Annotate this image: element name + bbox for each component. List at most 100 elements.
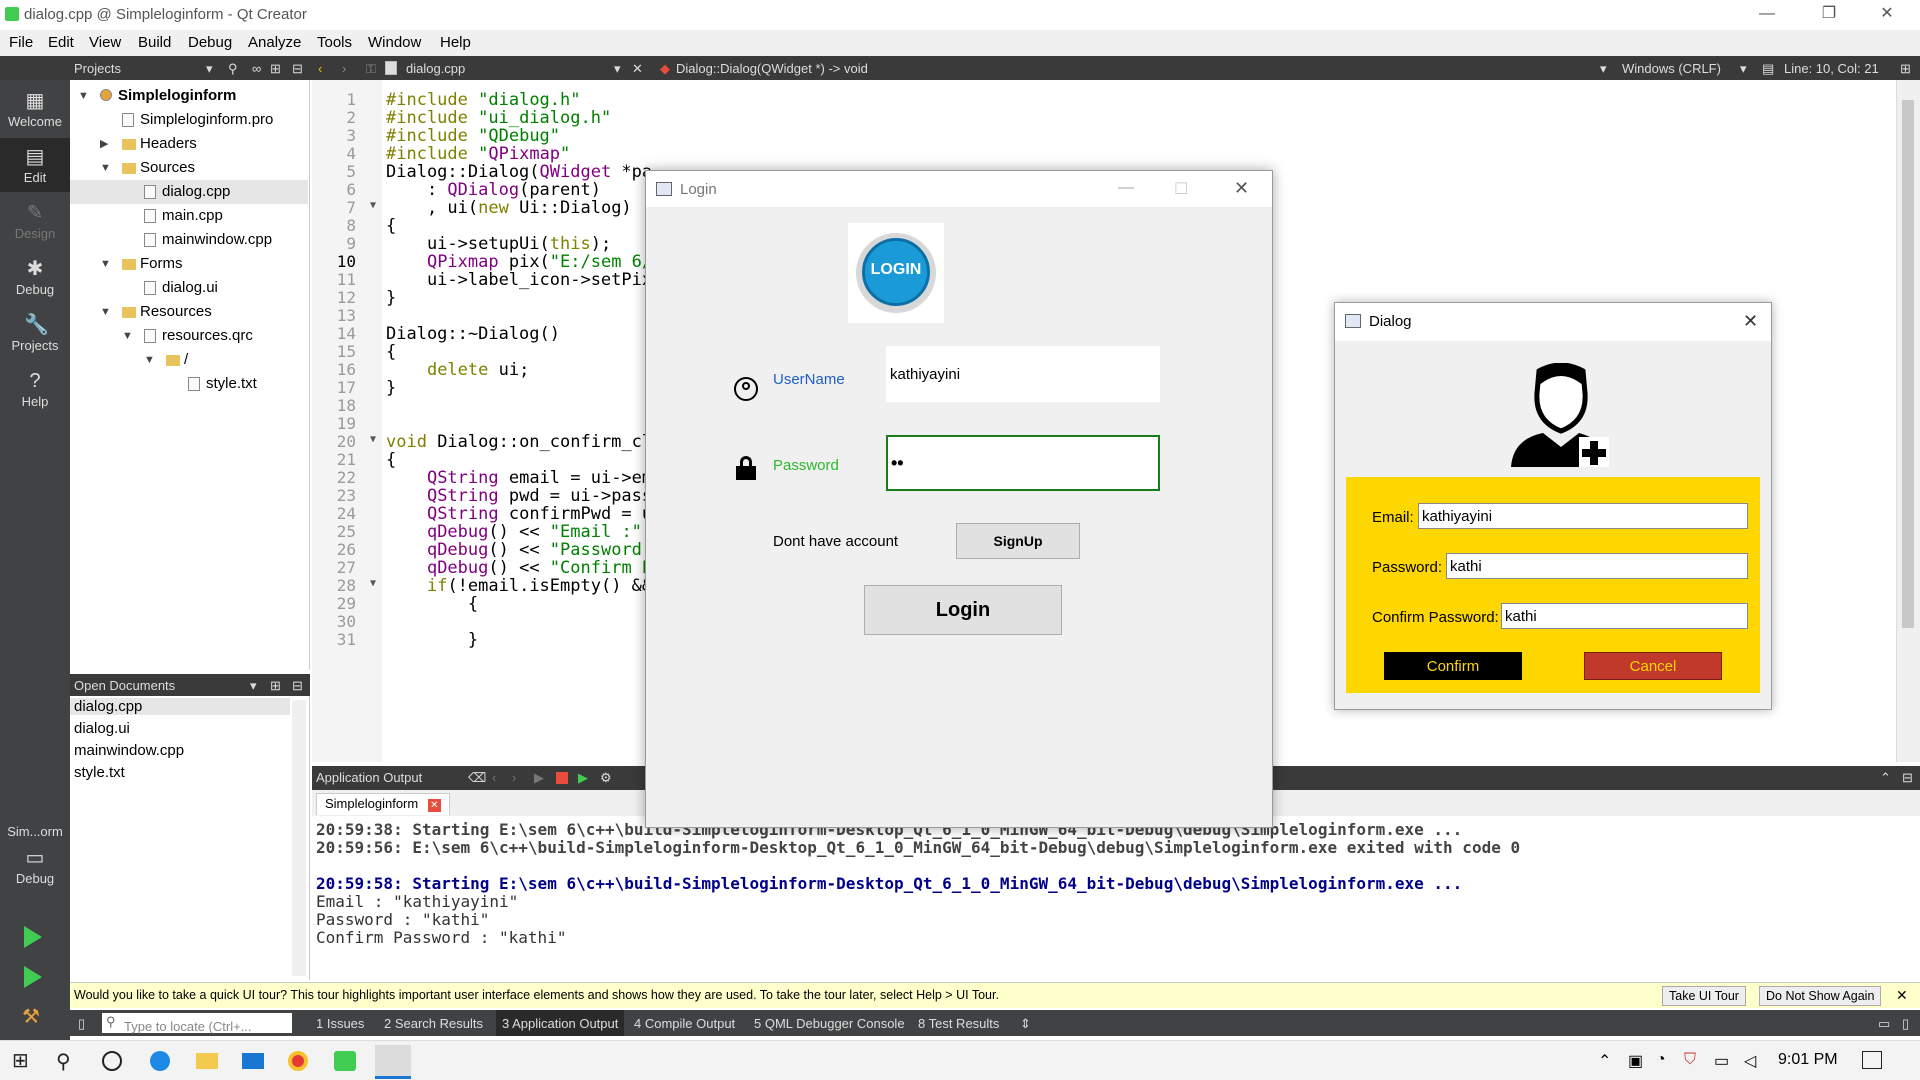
close-button[interactable]: ✕ [1743, 311, 1758, 332]
signup-button[interactable]: SignUp [956, 523, 1080, 559]
tab-test-results[interactable]: 8 Test Results [918, 1016, 999, 1031]
menu-debug[interactable]: Debug [188, 34, 232, 51]
menu-window[interactable]: Window [368, 34, 421, 51]
edge-icon[interactable] [150, 1051, 170, 1071]
battery-icon[interactable]: ▭ [1714, 1051, 1729, 1071]
chevron-up-icon[interactable]: ⌃ [1598, 1051, 1611, 1071]
rerun-icon[interactable]: ▶ [534, 770, 544, 786]
chevron-down-icon[interactable]: ▼ [100, 156, 114, 180]
tree-item[interactable]: Simpleloginform.pro [70, 108, 308, 132]
menu-analyze[interactable]: Analyze [248, 34, 301, 51]
windows-start-icon[interactable]: ⊞ [12, 1051, 32, 1071]
chevron-down-icon[interactable]: ▾ [1740, 61, 1747, 77]
build-hammer-icon[interactable]: ⚒ [22, 1004, 40, 1029]
fold-icon[interactable]: ▼ [370, 578, 376, 589]
tree-item[interactable]: dialog.ui [70, 276, 308, 300]
tree-item[interactable]: main.cpp [70, 204, 308, 228]
username-input[interactable] [886, 346, 1160, 402]
close-button[interactable]: ✕ [1234, 178, 1249, 199]
mode-edit[interactable]: ▤ Edit [0, 138, 70, 192]
file-tab[interactable]: dialog.cpp [406, 61, 465, 76]
dont-show-again-button[interactable]: Do Not Show Again [1759, 986, 1882, 1006]
code-line[interactable]: if(!email.isEmpty() && [386, 576, 652, 596]
chevron-down-icon[interactable]: ▼ [144, 348, 158, 372]
scrollbar[interactable] [292, 700, 306, 976]
code-line[interactable]: { [386, 450, 396, 470]
maximize-icon[interactable]: ⌃ [1880, 770, 1891, 786]
notification-icon[interactable] [1862, 1051, 1882, 1069]
tab-compile-output[interactable]: 4 Compile Output [634, 1016, 735, 1031]
tab-issues[interactable]: 1 Issues [316, 1016, 364, 1031]
kit-selector[interactable]: Sim...orm ▭ Debug [0, 820, 70, 910]
stop-icon[interactable] [556, 772, 568, 784]
email-field[interactable] [1418, 503, 1748, 529]
gear-icon[interactable]: ⚙ [600, 770, 612, 786]
code-line[interactable]: QString email = ui->em [386, 468, 652, 488]
close-icon[interactable]: ✕ [427, 799, 441, 812]
code-line[interactable]: #include "ui_dialog.h" [386, 108, 611, 128]
chevron-down-icon[interactable]: ▾ [614, 61, 621, 77]
device-icon[interactable]: ▣ [1628, 1051, 1643, 1071]
filter-icon[interactable]: ⚲ [228, 61, 238, 77]
tree-item[interactable]: ▼ Forms [70, 252, 308, 276]
code-line[interactable]: ui->label_icon->setPix [386, 270, 652, 290]
tab-qml-debugger-console[interactable]: 5 QML Debugger Console [754, 1016, 905, 1031]
code-line[interactable]: delete ui; [386, 360, 529, 380]
cortana-icon[interactable] [102, 1051, 122, 1071]
chevron-down-icon[interactable]: ▼ [78, 84, 92, 108]
locator-input[interactable]: ⚲ Type to locate (Ctrl+... [102, 1013, 292, 1034]
close-file-icon[interactable]: ✕ [632, 61, 643, 77]
output-tab[interactable]: Simpleloginform ✕ [316, 793, 450, 815]
open-doc-item[interactable]: dialog.cpp [70, 698, 290, 715]
code-line[interactable]: qDebug() << "Password [386, 540, 642, 560]
open-doc-item[interactable]: style.txt [74, 764, 125, 781]
close-button[interactable]: ✕ [1864, 2, 1910, 28]
code-line[interactable]: qDebug() << "Confirm P [386, 558, 652, 578]
maximize-button[interactable]: ☐ [1174, 179, 1188, 199]
code-line[interactable]: Dialog::~Dialog() [386, 324, 560, 344]
minimize-button[interactable]: — [1744, 2, 1790, 28]
code-line[interactable]: qDebug() << "Email :" [386, 522, 642, 542]
line-ending-selector[interactable]: Windows (CRLF) [1622, 61, 1721, 76]
chevron-down-icon[interactable]: ▾ [250, 678, 257, 694]
tree-item[interactable]: style.txt [70, 372, 308, 396]
menu-view[interactable]: View [89, 34, 121, 51]
menu-help[interactable]: Help [440, 34, 471, 51]
sidebar-right-icon[interactable]: ▯ [1902, 1016, 1909, 1032]
confirm-button[interactable]: Confirm [1384, 652, 1522, 680]
mode-help[interactable]: ? Help [0, 362, 70, 416]
debug-run-icon[interactable] [24, 966, 42, 988]
login-button[interactable]: Login [864, 585, 1062, 635]
run-icon[interactable] [24, 926, 42, 948]
open-doc-item[interactable]: dialog.ui [74, 720, 130, 737]
split-icon[interactable]: ⊞ [1900, 61, 1911, 77]
wifi-icon[interactable]: ◔ [1656, 1051, 1666, 1069]
tree-item[interactable]: ▼ / [70, 348, 308, 372]
search-icon[interactable]: ⚲ [56, 1049, 71, 1074]
fold-icon[interactable]: ▼ [370, 200, 376, 211]
split-icon[interactable]: ⊞ [270, 678, 281, 694]
qt-creator-icon[interactable] [334, 1051, 356, 1071]
chevron-down-icon[interactable]: ▾ [206, 61, 213, 77]
editor-scrollbar[interactable] [1896, 80, 1920, 762]
chevron-down-icon[interactable]: ▼ [122, 324, 136, 348]
code-line[interactable]: QPixmap pix("E:/sem 6/ [386, 252, 652, 272]
file-explorer-icon[interactable] [196, 1053, 218, 1069]
link-icon[interactable]: ∞ [252, 61, 261, 76]
chevron-updown-icon[interactable]: ⇕ [1020, 1016, 1031, 1032]
prev-icon[interactable]: ‹ [492, 770, 496, 785]
clear-icon[interactable]: ⌫ [468, 770, 486, 786]
tree-item[interactable]: mainwindow.cpp [70, 228, 308, 252]
restore-button[interactable]: ❐ [1806, 2, 1852, 28]
code-line[interactable]: { [386, 342, 396, 362]
tab-search-results[interactable]: 2 Search Results [384, 1016, 483, 1031]
chevron-down-icon[interactable]: ▼ [100, 252, 114, 276]
code-line[interactable]: ui->setupUi(this); [386, 234, 611, 254]
tree-item[interactable]: ▶ Headers [70, 132, 308, 156]
projects-selector[interactable]: Projects [74, 61, 121, 76]
mode-projects[interactable]: 🔧 Projects [0, 306, 70, 360]
cursor-position[interactable]: Line: 10, Col: 21 [1784, 61, 1879, 76]
code-line[interactable]: void Dialog::on_confirm_cl [386, 432, 652, 452]
close-icon[interactable]: ✕ [1896, 987, 1908, 1004]
next-icon[interactable]: › [512, 770, 516, 785]
